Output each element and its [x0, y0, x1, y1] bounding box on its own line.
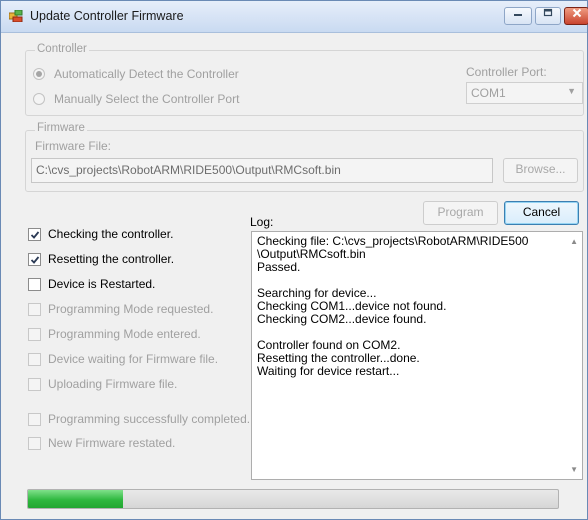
title-bar[interactable]: Update Controller Firmware	[1, 1, 588, 33]
step-checkbox[interactable]	[28, 437, 41, 450]
log-textbox[interactable]: Checking file: C:\cvs_projects\RobotARM\…	[251, 231, 583, 480]
step-checkbox[interactable]	[28, 278, 41, 291]
step-label: Device waiting for Firmware file.	[48, 352, 219, 366]
firmware-file-label: Firmware File:	[35, 139, 112, 153]
step-label: Resetting the controller.	[48, 252, 175, 266]
controller-port-label: Controller Port:	[466, 65, 547, 79]
step-label: Checking the controller.	[48, 227, 174, 241]
log-label: Log:	[250, 215, 274, 229]
checkmark-icon	[30, 256, 40, 264]
scroll-down-icon[interactable]: ▼	[570, 465, 578, 474]
step-label: Programming successfully completed.	[48, 412, 251, 426]
window-title: Update Controller Firmware	[30, 9, 184, 23]
app-icon	[9, 10, 23, 22]
step-checkbox[interactable]	[28, 378, 41, 391]
progress-bar-fill	[28, 490, 124, 508]
cancel-button[interactable]: Cancel	[504, 201, 579, 225]
step-checkbox[interactable]	[28, 253, 41, 266]
step-checkbox[interactable]	[28, 328, 41, 341]
checkmark-icon	[30, 231, 40, 239]
firmware-dialog: Update Controller Firmware Controller Au…	[0, 0, 588, 520]
firmware-group-title: Firmware	[35, 122, 87, 134]
manual-select-radio[interactable]	[33, 93, 45, 105]
step-label: Programming Mode requested.	[48, 302, 214, 316]
auto-detect-label[interactable]: Automatically Detect the Controller	[54, 67, 239, 81]
minimize-icon	[514, 14, 522, 16]
step-label: Programming Mode entered.	[48, 327, 201, 341]
step-checkbox[interactable]	[28, 413, 41, 426]
chevron-down-icon: ▼	[567, 86, 576, 96]
step-checkbox[interactable]	[28, 353, 41, 366]
firmware-file-field[interactable]: C:\cvs_projects\RobotARM\RIDE500\Output\…	[31, 158, 493, 183]
close-button[interactable]	[564, 7, 588, 25]
program-button[interactable]: Program	[423, 201, 498, 225]
controller-group-title: Controller	[35, 43, 89, 55]
progress-bar	[27, 489, 559, 509]
controller-port-value: COM1	[471, 86, 506, 100]
minimize-button[interactable]	[504, 7, 532, 25]
step-label: Uploading Firmware file.	[48, 377, 178, 391]
step-checkbox[interactable]	[28, 228, 41, 241]
maximize-button[interactable]	[535, 7, 561, 25]
step-checkbox[interactable]	[28, 303, 41, 316]
log-text: Checking file: C:\cvs_projects\RobotARM\…	[257, 234, 529, 378]
browse-button[interactable]: Browse...	[503, 158, 578, 183]
maximize-icon	[543, 8, 553, 17]
close-icon	[572, 8, 581, 18]
step-label: New Firmware restated.	[48, 436, 176, 450]
manual-select-label[interactable]: Manually Select the Controller Port	[54, 92, 239, 106]
controller-port-dropdown[interactable]: COM1 ▼	[466, 82, 583, 104]
auto-detect-radio[interactable]	[33, 68, 45, 80]
step-label: Device is Restarted.	[48, 277, 156, 291]
scroll-up-icon[interactable]: ▲	[570, 237, 578, 246]
